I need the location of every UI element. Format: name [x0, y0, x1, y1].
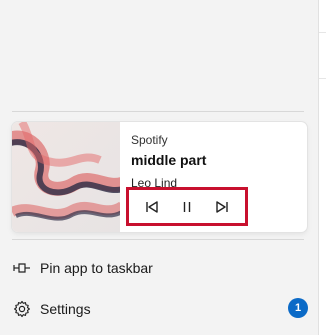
- bottom-divider: [12, 239, 304, 240]
- settings-item[interactable]: Settings 1: [12, 295, 308, 323]
- previous-track-button[interactable]: [139, 194, 165, 220]
- album-art: [12, 122, 120, 232]
- notification-badge: 1: [288, 298, 308, 318]
- background-divider: [319, 78, 326, 79]
- track-title: middle part: [131, 152, 207, 168]
- background-divider: [319, 32, 326, 33]
- gear-icon: [12, 299, 32, 319]
- skip-previous-icon: [146, 200, 159, 213]
- pin-to-taskbar-item[interactable]: Pin app to taskbar: [12, 254, 308, 282]
- playback-controls: [126, 187, 248, 226]
- next-track-button[interactable]: [209, 194, 235, 220]
- background-window-edge: [318, 0, 326, 335]
- media-player-card[interactable]: Spotify middle part Leo Lind: [12, 122, 307, 232]
- skip-next-icon: [215, 200, 228, 213]
- pause-icon: [183, 201, 191, 212]
- pin-to-taskbar-label: Pin app to taskbar: [40, 260, 153, 276]
- settings-label: Settings: [40, 301, 91, 317]
- context-menu-panel: Spotify middle part Leo Lind Pin app to …: [0, 0, 318, 335]
- media-app-name: Spotify: [131, 133, 168, 147]
- pause-button[interactable]: [174, 194, 200, 220]
- pin-icon: [12, 258, 32, 278]
- top-divider: [12, 111, 304, 112]
